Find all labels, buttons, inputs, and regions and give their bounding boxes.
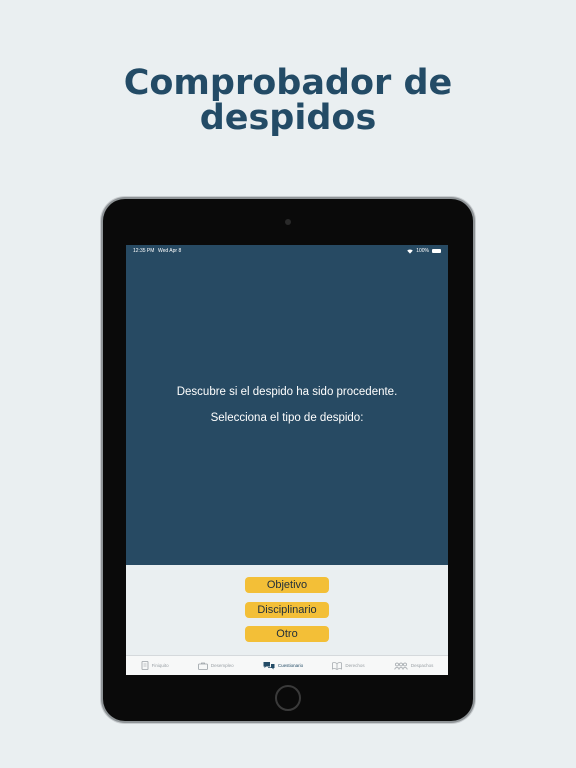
tab-label: Desempleo bbox=[210, 663, 234, 668]
objetivo-button[interactable]: Objetivo bbox=[245, 577, 329, 593]
tab-bar: Finiquito Desempleo Cuestionario Derecho… bbox=[126, 655, 448, 675]
book-icon bbox=[332, 661, 343, 670]
prompt-instruction: Selecciona el tipo de despido: bbox=[210, 412, 364, 424]
home-button[interactable] bbox=[275, 685, 301, 711]
status-time: 12:35 PM bbox=[133, 248, 155, 254]
tablet-frame: 12:35 PM Wed Apr 8 100% Descubre si el d… bbox=[103, 199, 473, 721]
tab-derechos[interactable]: Derechos bbox=[332, 661, 365, 670]
options-panel: Objetivo Disciplinario Otro bbox=[126, 565, 448, 655]
prompt-description: Descubre si el despido ha sido procedent… bbox=[176, 386, 398, 398]
tab-label: Cuestionario bbox=[277, 663, 304, 668]
document-icon bbox=[141, 661, 149, 670]
tab-cuestionario[interactable]: Cuestionario bbox=[263, 661, 303, 670]
status-indicators: 100% bbox=[407, 245, 441, 257]
tab-finiquito[interactable]: Finiquito bbox=[141, 661, 169, 670]
tab-desempleo[interactable]: Desempleo bbox=[197, 662, 234, 670]
app-screen: 12:35 PM Wed Apr 8 100% Descubre si el d… bbox=[126, 245, 448, 675]
status-date: Wed Apr 8 bbox=[158, 248, 182, 254]
headline-line-2: despidos bbox=[199, 98, 377, 138]
headline: Comprobador de despidos bbox=[0, 66, 576, 136]
briefcase-icon bbox=[197, 662, 208, 670]
prompt-area: Descubre si el despido ha sido procedent… bbox=[126, 385, 448, 425]
chat-bubbles-icon bbox=[263, 661, 275, 670]
battery-percent: 100% bbox=[416, 248, 429, 254]
battery-icon bbox=[432, 249, 441, 253]
tab-label: Finiquito bbox=[151, 663, 169, 668]
tab-label: Despachos bbox=[410, 663, 434, 668]
disciplinario-button[interactable]: Disciplinario bbox=[245, 602, 329, 618]
people-icon bbox=[394, 662, 408, 670]
otro-button[interactable]: Otro bbox=[245, 626, 329, 642]
wifi-icon bbox=[407, 248, 414, 254]
status-bar: 12:35 PM Wed Apr 8 100% bbox=[126, 245, 448, 257]
tab-label: Derechos bbox=[345, 663, 365, 668]
camera-icon bbox=[285, 219, 291, 225]
tab-despachos[interactable]: Despachos bbox=[394, 662, 434, 670]
headline-line-1: Comprobador de bbox=[123, 63, 453, 103]
